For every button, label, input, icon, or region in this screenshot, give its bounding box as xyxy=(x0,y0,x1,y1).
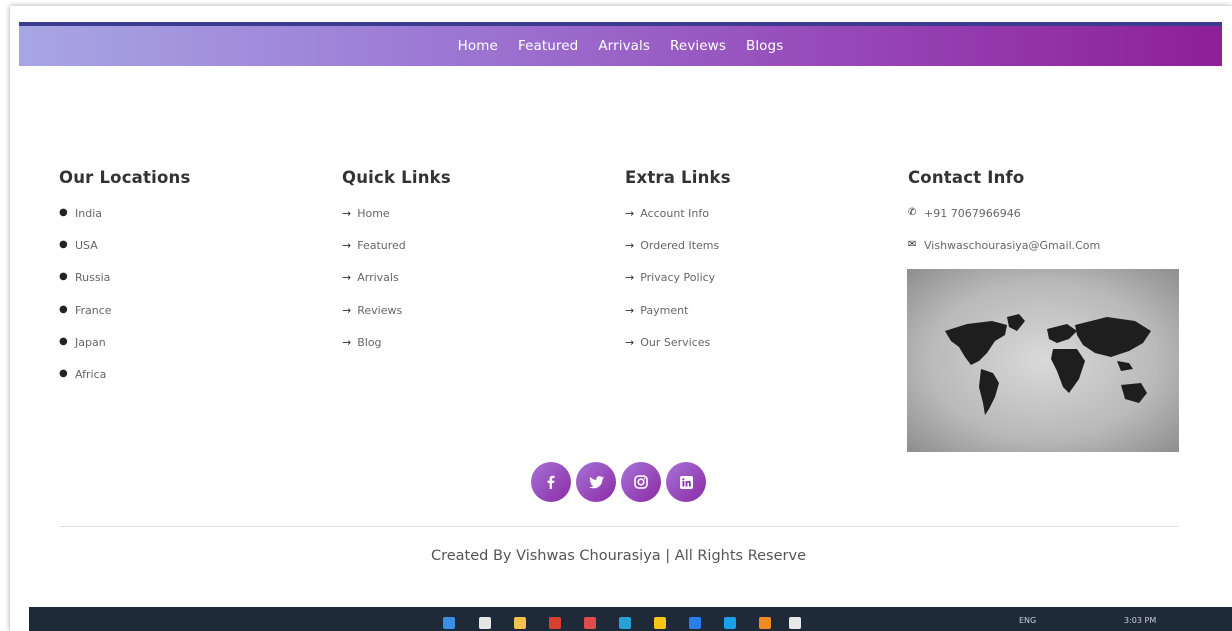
arrow-right-icon: → xyxy=(625,335,635,349)
quick-links-column: Quick Links → Home → Featured → Arrivals → R… xyxy=(342,168,602,368)
arrow-right-icon: → xyxy=(625,303,635,317)
app-icon[interactable] xyxy=(654,617,666,629)
clock[interactable]: 3:03 PM xyxy=(1124,616,1156,625)
footer-divider xyxy=(59,526,1179,527)
linkedin-icon xyxy=(679,475,693,489)
world-map-image xyxy=(907,269,1179,452)
extra-links-column: Extra Links → Account Info → Ordered Items… xyxy=(625,168,885,368)
map-marker-icon: ● xyxy=(59,303,68,315)
linkedin-button[interactable] xyxy=(666,462,706,502)
os-taskbar: ENG 3:03 PM xyxy=(29,607,1232,631)
app-icon[interactable] xyxy=(549,617,561,629)
map-marker-icon: ● xyxy=(59,239,68,251)
instagram-icon xyxy=(634,475,648,489)
nav-blogs[interactable]: Blogs xyxy=(746,38,783,54)
extra-link-payment[interactable]: → Payment xyxy=(625,304,885,336)
file-explorer-icon[interactable] xyxy=(514,617,526,629)
search-icon[interactable] xyxy=(479,617,491,629)
map-marker-icon: ● xyxy=(59,207,68,218)
app-icon[interactable] xyxy=(689,617,701,629)
arrow-right-icon: → xyxy=(342,239,352,253)
location-item[interactable]: ● Russia xyxy=(59,271,319,303)
arrow-right-icon: → xyxy=(342,271,352,285)
app-icon[interactable] xyxy=(584,617,596,629)
location-item[interactable]: ● USA xyxy=(59,239,319,271)
map-marker-icon: ● xyxy=(59,271,68,283)
extra-links-title: Extra Links xyxy=(625,168,731,187)
map-marker-icon: ● xyxy=(59,335,68,347)
nav-featured[interactable]: Featured xyxy=(518,38,578,54)
browser-icon[interactable] xyxy=(619,617,631,629)
envelope-icon: ✉ xyxy=(908,239,917,251)
locations-title: Our Locations xyxy=(59,168,191,187)
facebook-icon xyxy=(547,475,555,489)
nav-home[interactable]: Home xyxy=(458,38,498,54)
contact-column: Contact Info ✆ +91 7067966946 ✉ Vishwascho… xyxy=(908,168,1168,271)
facebook-button[interactable] xyxy=(531,462,571,502)
app-icon[interactable] xyxy=(724,617,736,629)
location-item[interactable]: ● Africa xyxy=(59,368,319,400)
language-indicator[interactable]: ENG xyxy=(1019,616,1036,625)
twitter-button[interactable] xyxy=(576,462,616,502)
quick-link-featured[interactable]: → Featured xyxy=(342,239,602,271)
arrow-right-icon: → xyxy=(342,335,352,349)
footer-credit: Created By Vishwas Chourasiya | All Righ… xyxy=(430,548,806,564)
top-navbar: Home Featured Arrivals Reviews Blogs xyxy=(19,22,1222,66)
location-item[interactable]: ● Japan xyxy=(59,336,319,368)
extra-link-account[interactable]: → Account Info xyxy=(625,207,885,239)
arrow-right-icon: → xyxy=(625,207,635,220)
quick-links-title: Quick Links xyxy=(342,168,451,187)
quick-link-reviews[interactable]: → Reviews xyxy=(342,304,602,336)
arrow-right-icon: → xyxy=(625,239,635,253)
locations-column: Our Locations ● India ● USA ● Russia ● Franc… xyxy=(59,168,319,400)
contact-email[interactable]: ✉ Vishwaschourasiya@Gmail.Com xyxy=(908,239,1168,271)
twitter-icon xyxy=(588,475,604,488)
contact-phone[interactable]: ✆ +91 7067966946 xyxy=(908,207,1168,239)
quick-link-blog[interactable]: → Blog xyxy=(342,336,602,368)
nav-reviews[interactable]: Reviews xyxy=(670,38,726,54)
extra-link-orders[interactable]: → Ordered Items xyxy=(625,239,885,271)
instagram-button[interactable] xyxy=(621,462,661,502)
location-item[interactable]: ● India xyxy=(59,207,319,239)
app-icon[interactable] xyxy=(759,617,771,629)
phone-icon: ✆ xyxy=(908,207,917,218)
windows-start-icon[interactable] xyxy=(443,617,455,629)
contact-title: Contact Info xyxy=(908,168,1025,187)
map-marker-icon: ● xyxy=(59,367,68,379)
social-links xyxy=(531,462,706,502)
arrow-right-icon: → xyxy=(625,271,635,285)
arrow-right-icon: → xyxy=(342,303,352,317)
quick-link-home[interactable]: → Home xyxy=(342,207,602,239)
arrow-right-icon: → xyxy=(342,207,352,220)
quick-link-arrivals[interactable]: → Arrivals xyxy=(342,271,602,303)
location-item[interactable]: ● France xyxy=(59,304,319,336)
extra-link-privacy[interactable]: → Privacy Policy xyxy=(625,271,885,303)
app-icon[interactable] xyxy=(789,617,801,629)
extra-link-services[interactable]: → Our Services xyxy=(625,336,885,368)
nav-arrivals[interactable]: Arrivals xyxy=(598,38,650,54)
